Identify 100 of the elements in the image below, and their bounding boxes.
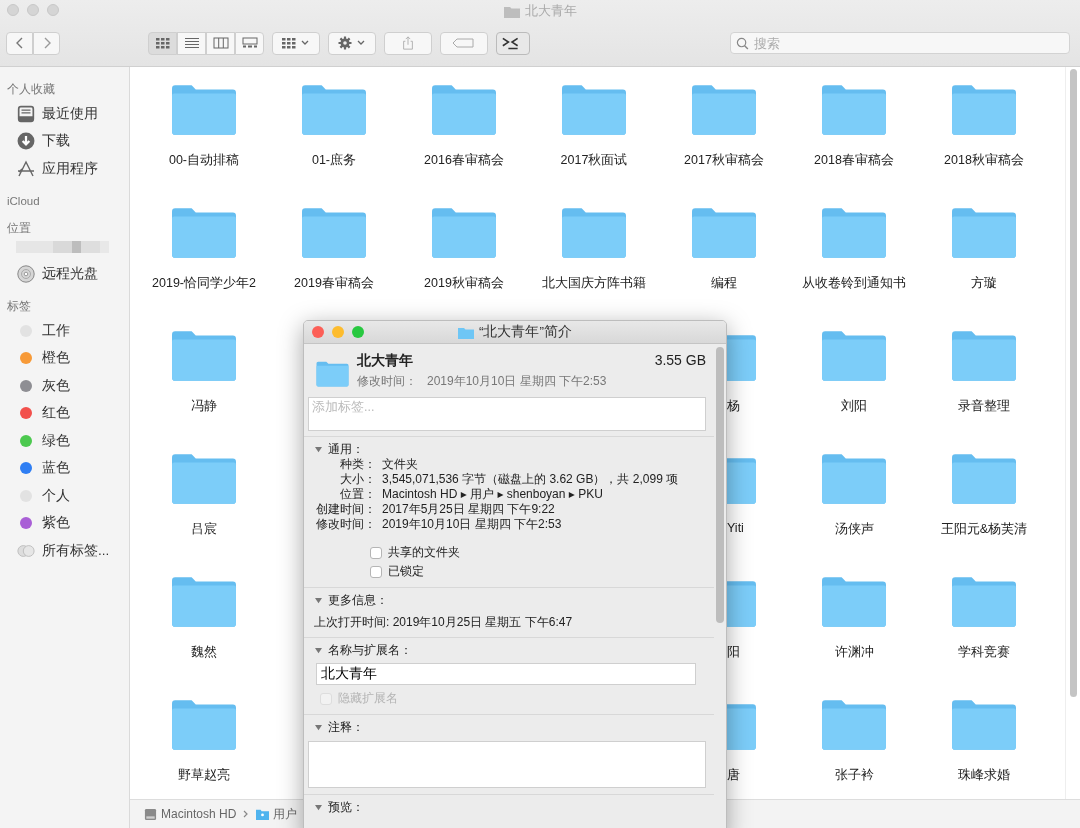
folder-icon[interactable] — [691, 84, 757, 136]
search-field[interactable]: 搜索 — [730, 32, 1070, 54]
list-view-button[interactable] — [177, 31, 206, 55]
folder-icon[interactable] — [821, 453, 887, 505]
share-button[interactable] — [384, 31, 432, 55]
disclosure-triangle[interactable] — [314, 445, 323, 453]
sidebar-item[interactable]: 应用程序 — [42, 159, 98, 178]
folder-name[interactable]: 王阳元&杨芙清 — [940, 521, 1028, 538]
sidebar-item[interactable]: 灰色 — [42, 376, 70, 395]
disclosure-triangle[interactable] — [314, 596, 323, 604]
folder-name[interactable]: 2018春审稿会 — [814, 152, 894, 169]
sidebar-item[interactable]: 工作 — [42, 321, 70, 340]
folder-name[interactable]: Yiti — [727, 521, 744, 535]
folder-name[interactable]: 吕宸 — [191, 521, 217, 538]
folder-icon[interactable] — [951, 699, 1017, 751]
folder-name[interactable]: 杨 — [727, 398, 740, 415]
folder-name[interactable]: 方璇 — [971, 275, 997, 292]
action-button[interactable] — [328, 31, 376, 55]
folder-icon[interactable] — [301, 84, 367, 136]
scroll-thumb[interactable] — [716, 347, 724, 623]
zoom-button[interactable] — [352, 326, 364, 338]
minimize-button[interactable] — [332, 326, 344, 338]
folder-icon[interactable] — [561, 207, 627, 259]
folder-icon[interactable] — [951, 207, 1017, 259]
folder-icon[interactable] — [951, 84, 1017, 136]
scroll-thumb[interactable] — [1070, 69, 1077, 697]
group-button[interactable] — [272, 31, 320, 55]
sidebar-item[interactable]: 蓝色 — [42, 459, 70, 478]
folder-name[interactable]: 01-庶务 — [311, 152, 357, 169]
close-button[interactable] — [312, 326, 324, 338]
sidebar-item[interactable]: 所有标签... — [42, 541, 110, 560]
disclosure-triangle[interactable] — [314, 803, 323, 811]
minimize-button[interactable] — [27, 4, 39, 16]
terminal-button[interactable] — [496, 31, 530, 55]
folder-icon[interactable] — [821, 84, 887, 136]
folder-icon[interactable] — [821, 576, 887, 628]
folder-icon[interactable] — [951, 576, 1017, 628]
folder-icon[interactable] — [431, 207, 497, 259]
folder-icon[interactable] — [171, 207, 237, 259]
sidebar-item[interactable]: 远程光盘 — [42, 265, 98, 284]
folder-icon[interactable] — [821, 330, 887, 382]
checkbox[interactable] — [370, 546, 382, 559]
folder-name[interactable]: 阳 — [727, 644, 740, 661]
sidebar-item[interactable]: 个人 — [42, 486, 70, 505]
folder-icon[interactable] — [431, 84, 497, 136]
folder-name[interactable]: 2019秋审稿会 — [424, 275, 504, 292]
folder-icon[interactable] — [171, 330, 237, 382]
folder-name[interactable]: 2017秋面试 — [560, 152, 628, 169]
folder-icon[interactable] — [301, 207, 367, 259]
folder-name[interactable]: 编程 — [711, 275, 737, 292]
zoom-button[interactable] — [47, 4, 59, 16]
folder-name[interactable]: 2019春审稿会 — [294, 275, 374, 292]
folder-name[interactable]: 冯静 — [191, 398, 217, 415]
comments-field[interactable] — [308, 741, 706, 788]
sidebar-item[interactable]: 红色 — [42, 404, 70, 423]
folder-name[interactable]: 从收卷铃到通知书 — [802, 275, 906, 292]
folder-name[interactable]: 00-自动排稿 — [168, 152, 240, 169]
folder-name[interactable]: 2018秋审稿会 — [944, 152, 1024, 169]
folder-name[interactable]: 唐 — [727, 767, 740, 784]
folder-name[interactable]: 野草赵亮 — [178, 767, 230, 784]
sidebar-item[interactable]: 绿色 — [42, 431, 70, 450]
folder-name[interactable]: 录音整理 — [958, 398, 1010, 415]
folder-name[interactable]: 魏然 — [191, 644, 217, 661]
path-item[interactable]: 用户 — [273, 805, 298, 823]
tags-field[interactable]: 添加标签... — [308, 397, 706, 431]
folder-icon[interactable] — [951, 330, 1017, 382]
folder-name[interactable]: 2019-恰同学少年2 — [152, 275, 256, 292]
path-item[interactable]: Macintosh HD — [161, 807, 237, 821]
sidebar-item[interactable]: 橙色 — [42, 349, 70, 368]
folder-name[interactable]: 学科竞赛 — [958, 644, 1010, 661]
sidebar-item[interactable]: 紫色 — [42, 514, 70, 533]
gallery-view-button[interactable] — [235, 31, 264, 55]
folder-icon[interactable] — [951, 453, 1017, 505]
folder-name[interactable]: 2016春审稿会 — [424, 152, 504, 169]
columns-view-button[interactable] — [206, 31, 235, 55]
back-button[interactable] — [6, 31, 33, 55]
icons-view-button[interactable] — [148, 31, 177, 55]
sidebar-item[interactable]: 最近使用 — [42, 104, 98, 123]
name-field[interactable]: 北大青年 — [316, 663, 696, 685]
sidebar-item[interactable]: 下载 — [42, 132, 70, 151]
folder-icon[interactable] — [561, 84, 627, 136]
folder-icon[interactable] — [691, 207, 757, 259]
forward-button[interactable] — [33, 31, 60, 55]
folder-icon[interactable] — [821, 699, 887, 751]
folder-name[interactable]: 珠峰求婚 — [958, 767, 1010, 784]
folder-icon[interactable] — [171, 453, 237, 505]
folder-name[interactable]: 汤侠声 — [834, 521, 874, 538]
disclosure-triangle[interactable] — [314, 646, 323, 654]
folder-name[interactable]: 张子衿 — [834, 767, 874, 784]
close-button[interactable] — [7, 4, 19, 16]
folder-icon[interactable] — [171, 576, 237, 628]
folder-name[interactable]: 许渊冲 — [834, 644, 874, 661]
checkbox[interactable] — [370, 565, 382, 578]
folder-name[interactable]: 2017秋审稿会 — [684, 152, 764, 169]
folder-icon[interactable] — [171, 84, 237, 136]
tag-button[interactable] — [440, 31, 488, 55]
disclosure-triangle[interactable] — [314, 723, 323, 731]
folder-icon[interactable] — [171, 699, 237, 751]
folder-icon[interactable] — [821, 207, 887, 259]
folder-name[interactable]: 刘阳 — [841, 398, 867, 415]
